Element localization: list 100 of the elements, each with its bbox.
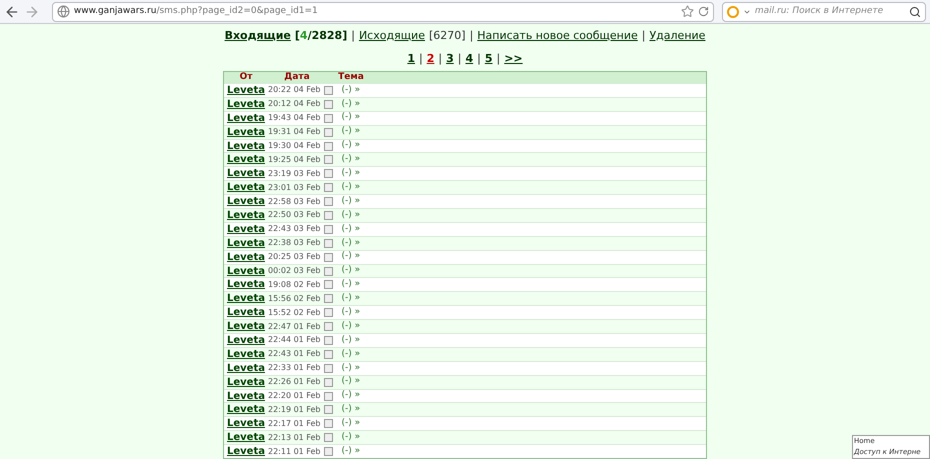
subject-link[interactable]: (-) » [341,98,360,112]
row-checkbox[interactable] [324,405,334,414]
row-checkbox[interactable] [324,183,334,192]
compose-link[interactable]: Написать новое сообщение [477,28,638,44]
row-checkbox[interactable] [324,364,334,373]
subject-link[interactable]: (-) » [341,84,360,98]
sender-link[interactable]: Leveta [227,416,265,432]
row-checkbox[interactable] [324,86,334,95]
search-icon[interactable] [908,6,921,18]
row-checkbox[interactable] [324,142,334,150]
subject-link[interactable]: (-) » [341,306,360,320]
subject-link[interactable]: (-) » [341,334,360,348]
row-checkbox[interactable] [324,238,334,248]
sender-link[interactable]: Leveta [227,208,265,223]
sender-link[interactable]: Leveta [227,444,265,459]
row-checkbox[interactable] [324,280,334,290]
bookmark-star-icon[interactable] [680,5,694,18]
subject-link[interactable]: (-) » [341,180,360,194]
address-bar[interactable]: www.ganjawars.ru/sms.php?page_id2=0&page_id1=1 [52,2,714,22]
subject-link[interactable]: (-) » [341,417,360,431]
subject-link[interactable]: (-) » [341,348,360,362]
sender-link[interactable]: Leveta [227,360,265,376]
sender-link[interactable]: Leveta [227,291,265,306]
row-checkbox[interactable] [324,392,334,401]
row-checkbox[interactable] [324,350,334,359]
sender-link[interactable]: Leveta [227,96,265,112]
inbox-link[interactable]: Входящие [224,28,291,44]
sender-link[interactable]: Leveta [227,222,265,237]
row-checkbox[interactable] [324,197,334,206]
subject-link[interactable]: (-) » [341,250,360,264]
row-checkbox[interactable] [324,447,334,456]
row-checkbox[interactable] [324,419,334,428]
subject-link[interactable]: (-) » [341,264,360,278]
sender-link[interactable]: Leveta [227,110,265,126]
subject-link[interactable]: (-) » [341,222,360,236]
subject-link[interactable]: (-) » [341,194,360,208]
row-checkbox[interactable] [324,224,334,234]
page-link[interactable]: >> [504,50,523,67]
subject-link[interactable]: (-) » [341,236,360,250]
row-checkbox[interactable] [324,266,334,276]
back-icon[interactable] [4,4,20,20]
page-link[interactable]: 4 [465,50,474,67]
subject-link[interactable]: (-) » [341,125,360,139]
subject-link[interactable]: (-) » [341,278,360,292]
row-checkbox[interactable] [324,155,334,164]
subject-link[interactable]: (-) » [341,375,360,389]
sender-link[interactable]: Leveta [227,277,265,292]
column-header: Тема [337,70,365,84]
subject-link[interactable]: (-) » [341,389,360,403]
subject-link[interactable]: (-) » [341,362,360,376]
row-checkbox[interactable] [324,128,334,137]
sender-link[interactable]: Leveta [227,250,265,265]
reload-icon[interactable] [698,6,709,17]
sender-link[interactable]: Leveta [227,180,265,196]
subject-link[interactable]: (-) » [341,403,360,417]
page-link[interactable]: 2 [426,50,434,67]
row-checkbox[interactable] [324,378,334,387]
delete-link[interactable]: Удаление [649,28,706,44]
subject-link[interactable]: (-) » [341,167,360,181]
page-link[interactable]: 3 [446,50,454,67]
outbox-link[interactable]: Исходящие [358,28,425,44]
sender-link[interactable]: Leveta [227,374,265,390]
sender-link[interactable]: Leveta [227,430,265,446]
sender-link[interactable]: Leveta [227,388,265,404]
row-checkbox[interactable] [324,433,334,442]
sender-link[interactable]: Leveta [227,124,265,140]
sender-link[interactable]: Leveta [227,194,265,210]
subject-link[interactable]: (-) » [341,153,360,167]
page-link[interactable]: 5 [484,50,492,67]
sender-link[interactable]: Leveta [227,332,265,348]
row-checkbox[interactable] [324,322,334,332]
subject-link[interactable]: (-) » [341,111,360,125]
sender-link[interactable]: Leveta [227,319,265,334]
sender-link[interactable]: Leveta [227,236,265,251]
subject-link[interactable]: (-) » [341,208,360,222]
subject-link[interactable]: (-) » [341,444,360,458]
sender-link[interactable]: Leveta [227,305,265,320]
row-checkbox[interactable] [324,294,334,304]
page-link[interactable]: 1 [407,50,415,67]
sender-link[interactable]: Leveta [227,346,265,362]
subject-link[interactable]: (-) » [341,430,360,444]
sender-link[interactable]: Leveta [227,138,265,154]
row-checkbox[interactable] [324,114,334,123]
row-checkbox[interactable] [324,252,334,262]
sender-link[interactable]: Leveta [227,402,265,418]
sender-link[interactable]: Leveta [227,264,265,279]
row-checkbox[interactable] [324,210,334,220]
row-checkbox[interactable] [324,308,334,318]
row-checkbox[interactable] [324,100,334,109]
search-field[interactable]: mail.ru: Поиск в Интернете [754,4,905,18]
subject-link[interactable]: (-) » [341,292,360,306]
row-checkbox[interactable] [324,169,334,178]
search-box[interactable]: mail.ru: Поиск в Интернете [722,2,926,22]
row-checkbox[interactable] [324,336,334,345]
sender-link[interactable]: Leveta [227,82,265,98]
date-text: 19:30 04 Feb [268,140,320,152]
subject-link[interactable]: (-) » [341,139,360,153]
sender-link[interactable]: Leveta [227,152,265,168]
sender-link[interactable]: Leveta [227,166,265,182]
subject-link[interactable]: (-) » [341,320,360,334]
